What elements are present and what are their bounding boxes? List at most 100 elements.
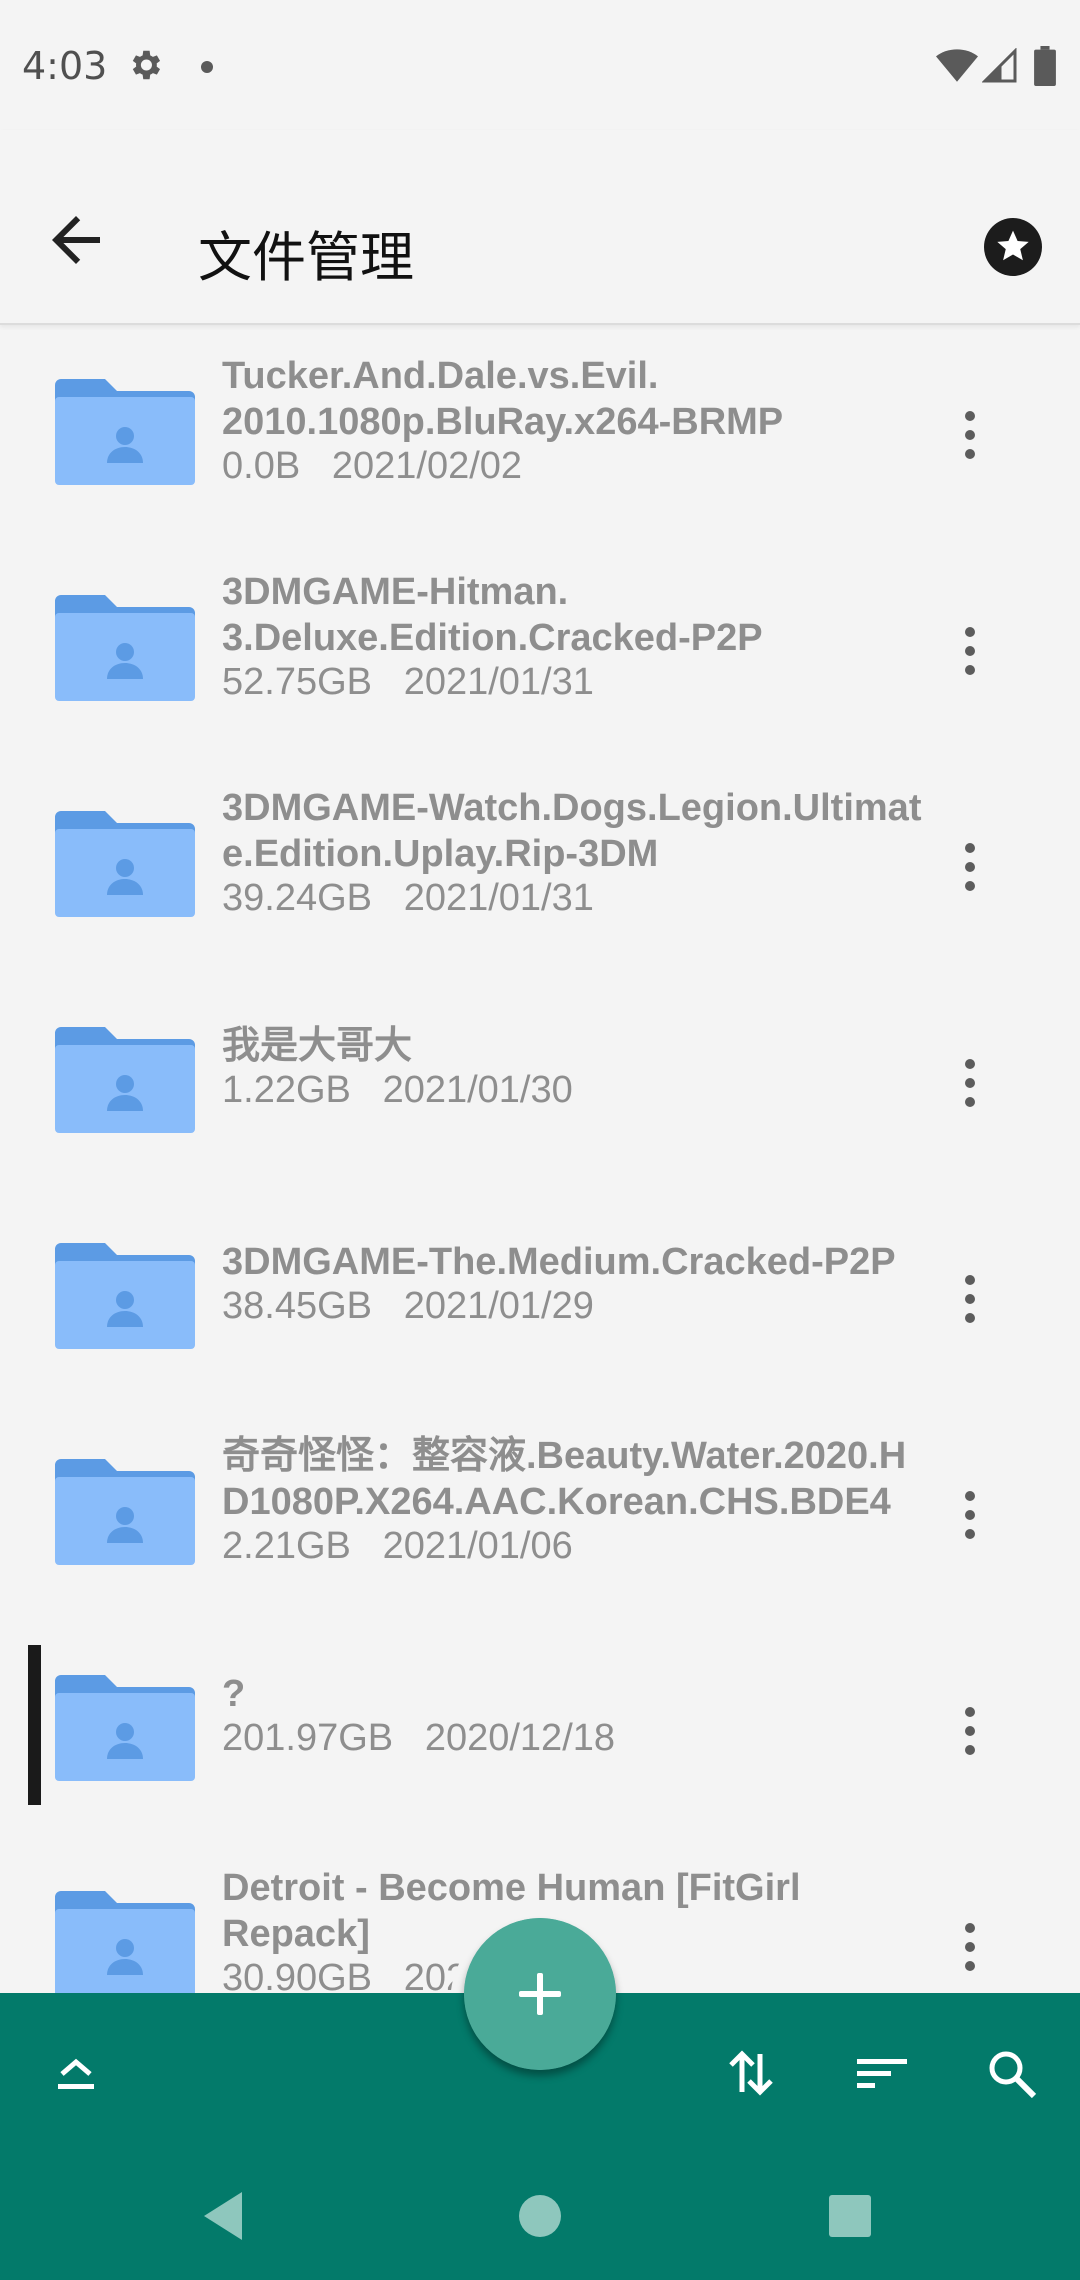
more-dot	[965, 862, 975, 872]
notification-dot-icon	[201, 61, 213, 73]
file-size: 1.22GB	[222, 1069, 351, 1111]
status-bar: 4:03	[0, 0, 1080, 130]
sort-order-icon[interactable]	[714, 2040, 786, 2106]
file-name: ?	[222, 1673, 246, 1715]
add-fab-button[interactable]	[464, 1918, 616, 2070]
more-options-icon[interactable]	[950, 1269, 990, 1329]
file-name: 3DMGAME-The.Medium.Cracked-P2P	[222, 1241, 896, 1283]
shared-folder-icon	[55, 811, 195, 917]
recents-square-icon[interactable]	[827, 2193, 873, 2239]
more-dot	[965, 646, 975, 656]
file-meta: 2.21GB 2021/01/06	[222, 1525, 573, 1568]
home-circle-icon[interactable]	[517, 2193, 563, 2239]
more-dot	[965, 1510, 975, 1520]
more-options-icon[interactable]	[950, 1485, 990, 1545]
file-size: 0.0B	[222, 445, 301, 487]
file-size: 52.75GB	[222, 661, 372, 703]
app-bar: 文件管理	[0, 130, 1080, 325]
more-dot	[965, 1097, 975, 1107]
wifi-icon	[936, 49, 978, 82]
file-name: Tucker.And.Dale.vs.Evil. 2010.1080p.BluR…	[222, 355, 784, 443]
file-name: 3DMGAME-Watch.Dogs.Legion.Ultimat e.Edit…	[222, 787, 922, 875]
cell-signal-icon	[982, 48, 1017, 83]
more-dot	[965, 1294, 975, 1304]
more-dot	[965, 1059, 975, 1069]
more-dot	[965, 843, 975, 853]
file-list: Tucker.And.Dale.vs.Evil. 2010.1080p.BluR…	[0, 327, 1080, 1997]
back-triangle-icon[interactable]	[200, 2188, 252, 2244]
file-meta: 0.0B 2021/02/02	[222, 445, 522, 488]
more-options-icon[interactable]	[950, 405, 990, 465]
file-meta: 38.45GB 2021/01/29	[222, 1285, 594, 1328]
more-dot	[965, 1275, 975, 1285]
more-options-icon[interactable]	[950, 1917, 990, 1977]
arrow-left-icon[interactable]	[38, 204, 114, 276]
selection-indicator	[28, 1645, 41, 1805]
shared-folder-icon	[55, 379, 195, 485]
shared-folder-icon	[55, 1891, 195, 1997]
file-meta: 52.75GB 2021/01/31	[222, 661, 594, 704]
more-dot	[965, 1942, 975, 1952]
more-options-icon[interactable]	[950, 621, 990, 681]
star-circle-icon[interactable]	[984, 218, 1042, 276]
file-date: 2021/02/02	[331, 445, 523, 487]
shared-folder-icon	[55, 1459, 195, 1565]
more-dot	[965, 1726, 975, 1736]
more-dot	[965, 665, 975, 675]
more-dot	[965, 1313, 975, 1323]
file-row[interactable]: 奇奇怪怪：整容液.Beauty.Water.2020.H D1080P.X264…	[0, 1407, 1080, 1623]
search-icon[interactable]	[976, 2040, 1048, 2106]
file-row[interactable]: 我是大哥大 1.22GB 2021/01/30	[0, 975, 1080, 1191]
more-options-icon[interactable]	[950, 1701, 990, 1761]
file-size: 201.97GB	[222, 1717, 394, 1759]
more-options-icon[interactable]	[950, 837, 990, 897]
more-dot	[965, 449, 975, 459]
shared-folder-icon	[55, 1675, 195, 1781]
more-dot	[965, 1745, 975, 1755]
battery-icon	[1034, 46, 1056, 86]
file-row[interactable]: ? 201.97GB 2020/12/18	[0, 1623, 1080, 1839]
file-row[interactable]: 3DMGAME-Hitman. 3.Deluxe.Edition.Cracked…	[0, 543, 1080, 759]
sort-list-icon[interactable]	[846, 2040, 918, 2106]
page-title: 文件管理	[198, 226, 414, 289]
status-time: 4:03	[22, 44, 108, 88]
file-name: 3DMGAME-Hitman. 3.Deluxe.Edition.Cracked…	[222, 571, 763, 659]
file-date: 2021/01/29	[403, 1285, 594, 1327]
shared-folder-icon	[55, 1027, 195, 1133]
file-meta: 39.24GB 2021/01/31	[222, 877, 594, 920]
gear-icon	[132, 50, 161, 80]
more-dot	[965, 627, 975, 637]
file-date: 2021/01/31	[403, 877, 594, 919]
file-name: 我是大哥大	[222, 1025, 413, 1067]
more-dot	[965, 881, 975, 891]
file-size: 2.21GB	[222, 1525, 351, 1567]
file-row[interactable]: 3DMGAME-The.Medium.Cracked-P2P 38.45GB 20…	[0, 1191, 1080, 1407]
shared-folder-icon	[55, 595, 195, 701]
file-row[interactable]: 3DMGAME-Watch.Dogs.Legion.Ultimat e.Edit…	[0, 759, 1080, 975]
file-size: 38.45GB	[222, 1285, 372, 1327]
shared-folder-icon	[55, 1243, 195, 1349]
file-date: 2021/01/31	[403, 661, 594, 703]
more-dot	[965, 1923, 975, 1933]
more-dot	[965, 1707, 975, 1717]
more-dot	[965, 1529, 975, 1539]
file-size: 39.24GB	[222, 877, 372, 919]
file-name: 奇奇怪怪：整容液.Beauty.Water.2020.H D1080P.X264…	[222, 1435, 907, 1523]
file-date: 2020/12/18	[424, 1717, 616, 1759]
more-dot	[965, 430, 975, 440]
file-date: 2021/01/30	[382, 1069, 573, 1111]
more-dot	[965, 1078, 975, 1088]
file-meta: 1.22GB 2021/01/30	[222, 1069, 573, 1112]
go-up-icon[interactable]	[40, 2040, 112, 2106]
more-options-icon[interactable]	[950, 1053, 990, 1113]
file-row[interactable]: Tucker.And.Dale.vs.Evil. 2010.1080p.BluR…	[0, 327, 1080, 543]
more-dot	[965, 1961, 975, 1971]
